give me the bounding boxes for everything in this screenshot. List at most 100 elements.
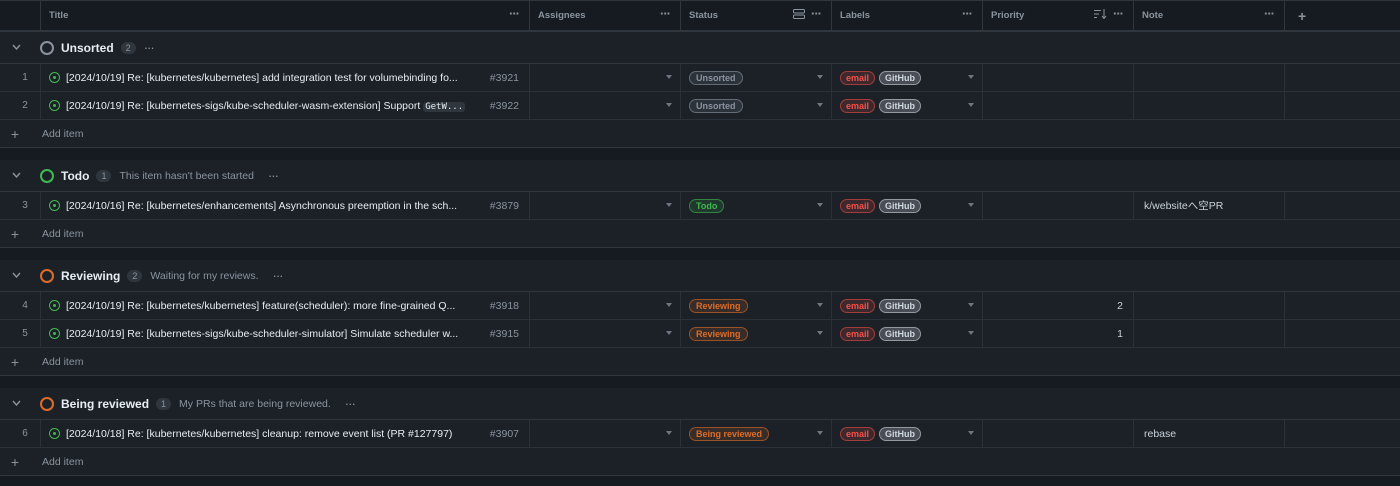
issue-number[interactable]: #3879 [490,200,519,212]
header-labels[interactable]: Labels ··· [832,1,983,30]
status-cell[interactable]: Unsorted [681,64,832,91]
note-cell[interactable] [1134,92,1285,119]
add-column-button[interactable]: + [1285,1,1400,30]
caret-down-icon[interactable] [817,431,823,435]
priority-cell[interactable] [983,192,1134,219]
assignees-cell[interactable] [530,192,681,219]
assignees-cell[interactable] [530,92,681,119]
caret-down-icon[interactable] [968,203,974,207]
priority-column-menu-icon[interactable]: ··· [1113,7,1124,20]
title-cell[interactable]: [2024/10/18] Re: [kubernetes/kubernetes]… [41,420,530,447]
caret-down-icon[interactable] [968,431,974,435]
assignees-cell[interactable] [530,292,681,319]
item-title[interactable]: [2024/10/19] Re: [kubernetes-sigs/kube-s… [66,328,484,340]
caret-down-icon[interactable] [666,331,672,335]
issue-number[interactable]: #3907 [490,428,519,440]
caret-down-icon[interactable] [817,203,823,207]
title-cell[interactable]: [2024/10/19] Re: [kubernetes/kubernetes]… [41,292,530,319]
table-row[interactable]: 6 [2024/10/18] Re: [kubernetes/kubernetes… [0,420,1400,448]
group-menu-icon[interactable]: ··· [345,397,356,410]
status-column-menu-icon[interactable]: ··· [811,7,822,20]
caret-down-icon[interactable] [968,331,974,335]
add-item-button[interactable]: Add item [42,356,83,368]
issue-number[interactable]: #3915 [490,328,519,340]
title-column-menu-icon[interactable]: ··· [509,7,520,20]
priority-cell[interactable]: 2 [983,292,1134,319]
labels-cell[interactable]: email GitHub [832,320,983,347]
add-item-button[interactable]: Add item [42,228,83,240]
table-row[interactable]: 2 [2024/10/19] Re: [kubernetes-sigs/kube-… [0,92,1400,120]
caret-down-icon[interactable] [817,75,823,79]
chevron-down-icon[interactable] [0,398,32,409]
header-assignees[interactable]: Assignees ··· [530,1,681,30]
status-cell[interactable]: Todo [681,192,832,219]
table-row[interactable]: 1 [2024/10/19] Re: [kubernetes/kubernetes… [0,64,1400,92]
header-priority[interactable]: Priority ··· [983,1,1134,30]
item-title[interactable]: [2024/10/19] Re: [kubernetes/kubernetes]… [66,72,484,84]
group-menu-icon[interactable]: ··· [273,269,284,282]
item-title[interactable]: [2024/10/19] Re: [kubernetes/kubernetes]… [66,300,484,312]
chevron-down-icon[interactable] [0,170,32,181]
caret-down-icon[interactable] [666,75,672,79]
group-menu-icon[interactable]: ··· [144,41,155,54]
table-row[interactable]: 3 [2024/10/16] Re: [kubernetes/enhancemen… [0,192,1400,220]
add-item-button[interactable]: Add item [42,456,83,468]
caret-down-icon[interactable] [666,103,672,107]
note-cell[interactable] [1134,320,1285,347]
caret-down-icon[interactable] [817,303,823,307]
header-status[interactable]: Status ··· [681,1,832,30]
status-cell[interactable]: Reviewing [681,320,832,347]
title-cell[interactable]: [2024/10/19] Re: [kubernetes/kubernetes]… [41,64,530,91]
caret-down-icon[interactable] [968,75,974,79]
item-title[interactable]: [2024/10/16] Re: [kubernetes/enhancement… [66,200,484,212]
assignees-cell[interactable] [530,420,681,447]
status-cell[interactable]: Reviewing [681,292,832,319]
title-cell[interactable]: [2024/10/19] Re: [kubernetes-sigs/kube-s… [41,320,530,347]
priority-cell[interactable] [983,92,1134,119]
note-column-menu-icon[interactable]: ··· [1264,7,1275,20]
labels-cell[interactable]: email GitHub [832,192,983,219]
sort-descending-icon[interactable] [1094,9,1107,19]
group-menu-icon[interactable]: ··· [268,169,279,182]
note-cell[interactable] [1134,64,1285,91]
labels-cell[interactable]: email GitHub [832,64,983,91]
priority-cell[interactable] [983,64,1134,91]
chevron-down-icon[interactable] [0,42,32,53]
title-cell[interactable]: [2024/10/16] Re: [kubernetes/enhancement… [41,192,530,219]
plus-icon[interactable]: + [0,226,30,242]
caret-down-icon[interactable] [817,331,823,335]
chevron-down-icon[interactable] [0,270,32,281]
caret-down-icon[interactable] [817,103,823,107]
item-title[interactable]: [2024/10/18] Re: [kubernetes/kubernetes]… [66,428,484,440]
add-item-row[interactable]: + Add item [0,120,1400,148]
caret-down-icon[interactable] [968,303,974,307]
header-title[interactable]: Title ··· [41,1,530,30]
table-row[interactable]: 5 [2024/10/19] Re: [kubernetes-sigs/kube-… [0,320,1400,348]
caret-down-icon[interactable] [666,303,672,307]
status-cell[interactable]: Unsorted [681,92,832,119]
caret-down-icon[interactable] [968,103,974,107]
labels-column-menu-icon[interactable]: ··· [962,7,973,20]
assignees-cell[interactable] [530,320,681,347]
add-item-row[interactable]: + Add item [0,220,1400,248]
labels-cell[interactable]: email GitHub [832,292,983,319]
note-cell[interactable]: rebase [1134,420,1285,447]
add-item-row[interactable]: + Add item [0,448,1400,476]
item-title[interactable]: [2024/10/19] Re: [kubernetes-sigs/kube-s… [66,100,484,112]
group-by-icon[interactable] [793,9,805,19]
issue-number[interactable]: #3918 [490,300,519,312]
add-item-button[interactable]: Add item [42,128,83,140]
plus-icon[interactable]: + [0,126,30,142]
assignees-column-menu-icon[interactable]: ··· [660,7,671,20]
plus-icon[interactable]: + [0,454,30,470]
add-item-row[interactable]: + Add item [0,348,1400,376]
header-note[interactable]: Note ··· [1134,1,1285,30]
priority-cell[interactable] [983,420,1134,447]
caret-down-icon[interactable] [666,431,672,435]
caret-down-icon[interactable] [666,203,672,207]
issue-number[interactable]: #3921 [490,72,519,84]
priority-cell[interactable]: 1 [983,320,1134,347]
plus-icon[interactable]: + [0,354,30,370]
title-cell[interactable]: [2024/10/19] Re: [kubernetes-sigs/kube-s… [41,92,530,119]
status-cell[interactable]: Being reviewed [681,420,832,447]
